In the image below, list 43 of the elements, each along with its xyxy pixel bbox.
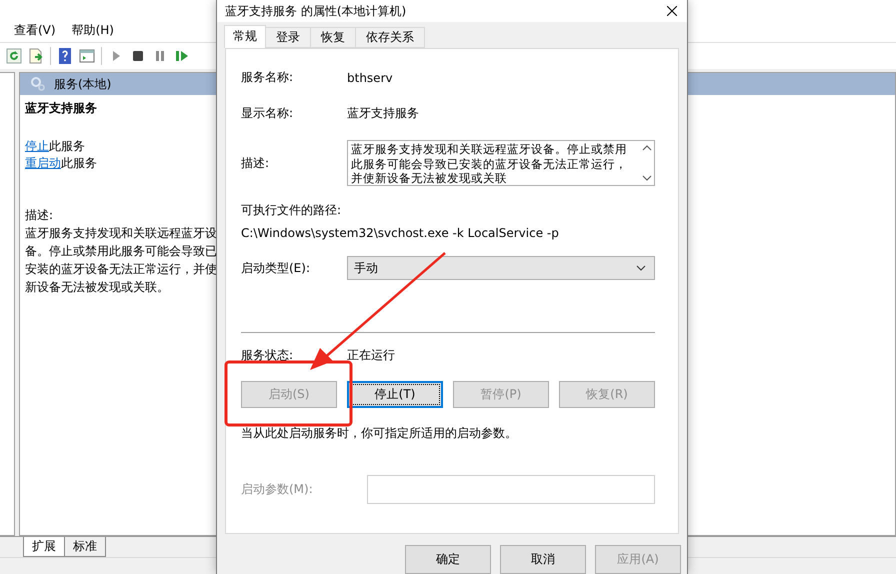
description-box[interactable]: 蓝牙服务支持发现和关联远程蓝牙设备。停止或禁用此服务可能会导致已安装的蓝牙设备无法正常运行，并使新设备无法被发现或关联 (347, 140, 655, 186)
service-title: 蓝牙支持服务 (25, 101, 98, 117)
resume-icon[interactable] (174, 48, 190, 64)
service-status: 正在运行 (347, 347, 395, 364)
view-tab[interactable]: 标准 (64, 537, 106, 557)
dialog-tab[interactable]: 依存关系 (355, 27, 425, 48)
menu-item[interactable]: 查看(V) (8, 20, 62, 40)
export-icon[interactable] (28, 48, 44, 64)
description-text: 蓝牙服务支持发现和关联远程蓝牙设备。停止或禁用此服务可能会导致已安装的蓝牙设备无法正常运行，并使新设备无法被发现或关联。 (25, 225, 218, 296)
action-line: 重启动此服务 (25, 155, 98, 172)
field-label: 服务名称: (241, 69, 294, 86)
menu-item[interactable]: 帮助(H) (66, 20, 120, 40)
field-label: 可执行文件的路径: (241, 202, 342, 219)
action-line: 停止此服务 (25, 138, 86, 155)
chevron-down-icon (636, 265, 646, 271)
pane-title: 服务(本地) (54, 76, 112, 92)
executable-path: C:\Windows\system32\svchost.exe -k LocalService -p (241, 226, 559, 240)
refresh-icon[interactable] (6, 48, 22, 64)
dialog-tab[interactable]: 恢复 (310, 27, 356, 48)
gears-icon (30, 76, 46, 92)
startup-type-select[interactable]: 手动 (347, 256, 655, 280)
close-icon[interactable] (667, 6, 677, 16)
console-window-icon[interactable] (79, 48, 95, 64)
dialog-tab[interactable]: 登录 (265, 27, 311, 48)
field-label: 显示名称: (241, 105, 294, 122)
dialog-title: 蓝牙支持服务 的属性(本地计算机) (225, 2, 406, 20)
field-label: 启动参数(M): (241, 481, 314, 498)
dialog-button[interactable]: 取消 (500, 545, 586, 574)
dialog-button[interactable]: 确定 (405, 545, 491, 574)
help-icon[interactable] (57, 48, 73, 64)
view-tab[interactable]: 扩展 (23, 537, 65, 557)
action-link[interactable]: 重启动 (25, 156, 61, 170)
display-name: 蓝牙支持服务 (347, 105, 419, 122)
service-control-button[interactable]: 停止(T) (347, 381, 443, 408)
field-label: 启动类型(E): (241, 260, 311, 276)
service-name: bthserv (347, 70, 393, 84)
dialog-tab[interactable]: 常规 (224, 25, 266, 48)
stop-icon[interactable] (130, 48, 146, 64)
field-label: 描述: (241, 154, 270, 172)
action-link[interactable]: 停止 (25, 139, 49, 153)
field-label: 服务状态: (241, 347, 294, 364)
hint-text: 当从此处启动服务时，你可指定所适用的启动参数。 (241, 425, 518, 442)
description-label: 描述: (25, 208, 54, 224)
